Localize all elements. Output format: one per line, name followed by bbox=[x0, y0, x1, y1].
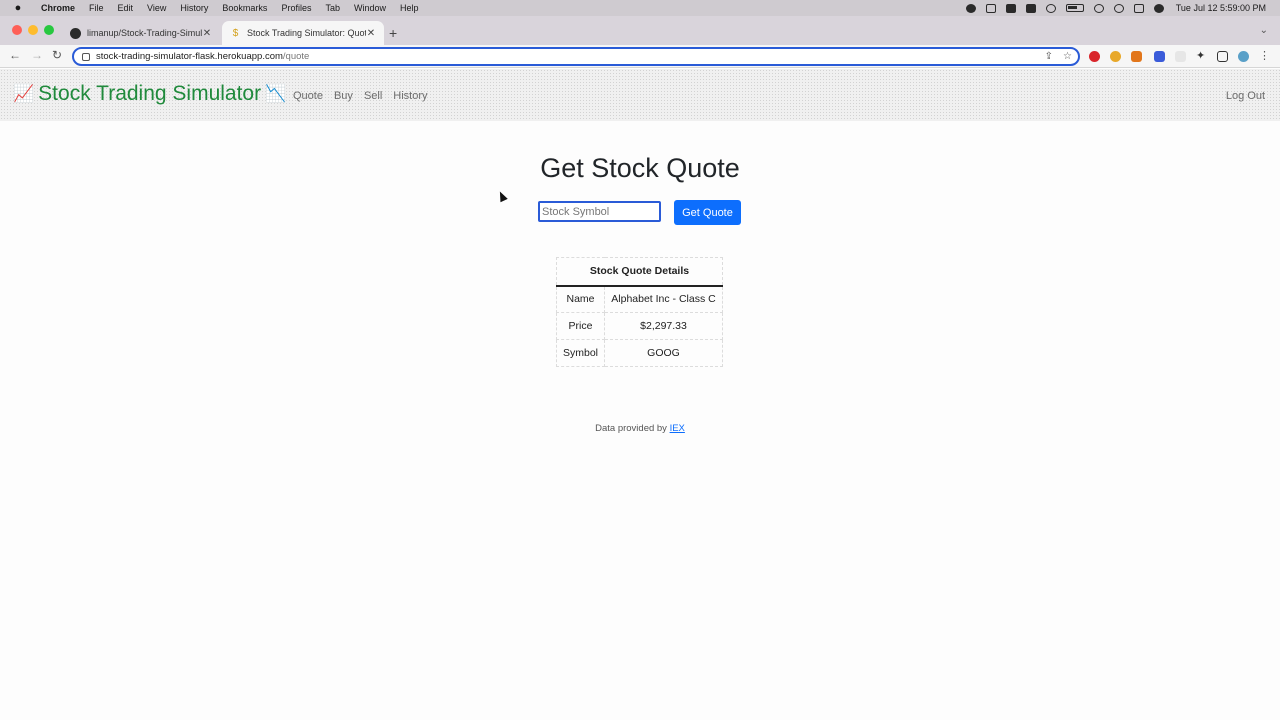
extension-bitwarden-icon[interactable] bbox=[1154, 51, 1165, 62]
menu-history[interactable]: History bbox=[180, 3, 208, 13]
money-bag-icon: $ bbox=[232, 27, 239, 39]
extension-check-icon[interactable] bbox=[1110, 51, 1121, 62]
brand-link[interactable]: 📈 Stock Trading Simulator 📉 bbox=[9, 82, 290, 106]
wifi-icon[interactable] bbox=[1093, 3, 1104, 13]
row-value: Alphabet Inc - Class C bbox=[604, 285, 723, 313]
row-value: GOOG bbox=[604, 339, 723, 367]
row-label: Name bbox=[556, 285, 605, 313]
bookmark-star-icon[interactable]: ☆ bbox=[1063, 51, 1072, 62]
menu-view[interactable]: View bbox=[147, 3, 166, 13]
close-tab-icon[interactable]: ✕ bbox=[366, 28, 376, 39]
back-icon[interactable]: ← bbox=[9, 48, 21, 62]
get-quote-button[interactable]: Get Quote bbox=[674, 200, 741, 225]
quote-details-table: Stock Quote Details Name Alphabet Inc - … bbox=[556, 257, 723, 367]
extension-metamask-icon[interactable] bbox=[1131, 51, 1142, 62]
chart-down-icon: 📉 bbox=[265, 84, 287, 103]
profile-avatar[interactable] bbox=[1238, 51, 1249, 62]
nav-buy[interactable]: Buy bbox=[334, 90, 353, 102]
lock-icon[interactable] bbox=[82, 52, 90, 61]
iex-link[interactable]: IEX bbox=[670, 423, 685, 434]
menu-clock[interactable]: Tue Jul 12 5:59:00 PM bbox=[1176, 3, 1266, 13]
nav-sell[interactable]: Sell bbox=[364, 90, 382, 102]
extension-opera-icon[interactable] bbox=[1089, 51, 1100, 62]
new-tab-icon[interactable]: + bbox=[389, 25, 397, 41]
menu-bookmarks[interactable]: Bookmarks bbox=[222, 3, 267, 13]
forward-icon[interactable]: → bbox=[31, 48, 43, 62]
share-icon[interactable]: ⇪ bbox=[1045, 51, 1053, 62]
menu-help[interactable]: Help bbox=[400, 3, 419, 13]
row-label: Price bbox=[556, 312, 605, 340]
row-value: $2,297.33 bbox=[604, 312, 723, 340]
browser-tab-strip: limanup/Stock-Trading-Simula ✕ $ Stock T… bbox=[0, 16, 1280, 45]
close-tab-icon[interactable]: ✕ bbox=[202, 28, 212, 39]
browser-toolbar: ← → ↻ stock-trading-simulator-flask.hero… bbox=[0, 45, 1280, 68]
menu-tab[interactable]: Tab bbox=[325, 3, 340, 13]
nav-history[interactable]: History bbox=[393, 90, 427, 102]
menu-edit[interactable]: Edit bbox=[118, 3, 134, 13]
chart-up-icon: 📈 bbox=[13, 84, 35, 103]
tab-search-icon[interactable]: ⌄ bbox=[1260, 25, 1268, 36]
stock-symbol-input[interactable] bbox=[538, 201, 661, 222]
table-row: Price $2,297.33 bbox=[556, 312, 723, 340]
url-path: /quote bbox=[282, 51, 310, 62]
footer-text: Data provided by bbox=[595, 423, 667, 434]
logout-link[interactable]: Log Out bbox=[1226, 90, 1265, 102]
fullscreen-window-button[interactable] bbox=[44, 25, 54, 35]
app-navbar: 📈 Stock Trading Simulator 📉 Quote Buy Se… bbox=[0, 69, 1280, 121]
table-row: Symbol GOOG bbox=[556, 339, 723, 367]
spotlight-search-icon[interactable] bbox=[1113, 3, 1124, 13]
brand-title: Stock Trading Simulator bbox=[38, 82, 262, 105]
close-window-button[interactable] bbox=[12, 25, 22, 35]
extensions-puzzle-icon[interactable]: ✦ bbox=[1196, 51, 1207, 62]
side-panel-icon[interactable] bbox=[1217, 51, 1228, 62]
battery-icon[interactable] bbox=[1065, 4, 1084, 12]
macos-menu-bar: ● Chrome File Edit View History Bookmark… bbox=[0, 0, 1280, 16]
row-label: Symbol bbox=[556, 339, 605, 367]
control-center-icon[interactable] bbox=[1133, 3, 1144, 13]
reload-icon[interactable]: ↻ bbox=[52, 48, 62, 62]
minimize-window-button[interactable] bbox=[28, 25, 38, 35]
address-bar[interactable]: stock-trading-simulator-flask.herokuapp.… bbox=[72, 47, 1080, 66]
mouse-cursor bbox=[496, 189, 508, 203]
tab-quote[interactable]: $ Stock Trading Simulator: Quote ✕ bbox=[222, 21, 384, 45]
shield-icon[interactable] bbox=[985, 3, 996, 13]
play-icon[interactable] bbox=[1045, 3, 1056, 13]
github-icon bbox=[70, 27, 81, 39]
nav-quote[interactable]: Quote bbox=[293, 90, 323, 102]
siri-icon[interactable] bbox=[1153, 3, 1164, 13]
nav-links: Quote Buy Sell History bbox=[293, 90, 428, 102]
tab-title: limanup/Stock-Trading-Simula bbox=[87, 28, 202, 38]
menu-file[interactable]: File bbox=[89, 3, 104, 13]
table-header: Stock Quote Details bbox=[556, 257, 723, 287]
status-icons: Tue Jul 12 5:59:00 PM bbox=[965, 0, 1266, 16]
tab-github[interactable]: limanup/Stock-Trading-Simula ✕ bbox=[62, 21, 220, 45]
page-title: Get Stock Quote bbox=[540, 153, 740, 183]
browser-menu-icon[interactable]: ⋮ bbox=[1259, 49, 1270, 62]
tab-title: Stock Trading Simulator: Quote bbox=[247, 28, 366, 38]
apple-icon[interactable]: ● bbox=[12, 2, 24, 14]
url-host: stock-trading-simulator-flask.herokuapp.… bbox=[96, 51, 283, 62]
footer: Data provided by IEX bbox=[0, 423, 1280, 434]
record-icon[interactable] bbox=[965, 3, 976, 13]
menu-profiles[interactable]: Profiles bbox=[281, 3, 311, 13]
keyboard-icon[interactable] bbox=[1005, 3, 1016, 13]
language-icon[interactable] bbox=[1025, 3, 1036, 13]
extension-blank-icon[interactable] bbox=[1175, 51, 1186, 62]
menu-window[interactable]: Window bbox=[354, 3, 386, 13]
table-row: Name Alphabet Inc - Class C bbox=[556, 285, 723, 313]
menu-app-chrome[interactable]: Chrome bbox=[41, 3, 75, 13]
